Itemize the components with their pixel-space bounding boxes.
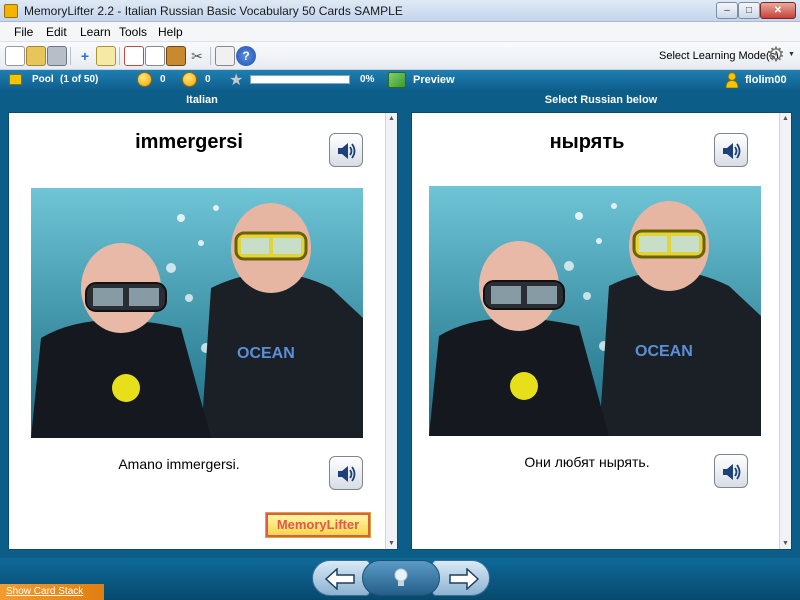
toolbar-separator — [210, 47, 211, 65]
menu-edit[interactable]: Edit — [46, 25, 67, 39]
user-icon — [725, 72, 739, 88]
happy-face-icon — [137, 72, 152, 87]
svg-text:OCEAN: OCEAN — [635, 343, 693, 360]
answer-card: нырять OCEAN Они любят нырять. ▲ ▼ — [411, 112, 792, 550]
memorylifter-logo: MemoryLifter — [266, 513, 370, 537]
scroll-up-icon[interactable]: ▲ — [782, 115, 789, 122]
chevron-down-icon[interactable]: ▼ — [788, 51, 795, 58]
svg-text:OCEAN: OCEAN — [237, 345, 295, 362]
speaker-icon — [338, 143, 356, 159]
print-icon[interactable] — [47, 46, 67, 66]
correct-score: 0 — [160, 74, 166, 85]
toolbar-separator — [70, 47, 71, 65]
scroll-down-icon[interactable]: ▼ — [782, 540, 789, 547]
username: flolim00 — [745, 74, 787, 86]
sad-face-icon — [182, 72, 197, 87]
question-header: Italian — [186, 94, 218, 106]
statistics-icon[interactable] — [166, 46, 186, 66]
pool-count: (1 of 50) — [60, 74, 99, 85]
menu-help[interactable]: Help — [158, 25, 183, 39]
lightbulb-icon — [394, 568, 408, 586]
preview-label[interactable]: Preview — [413, 74, 455, 86]
show-card-stack-tab[interactable]: Show Card Stack — [0, 584, 104, 600]
hint-button[interactable] — [362, 560, 440, 596]
question-audio-button[interactable] — [329, 133, 363, 167]
lock-icon[interactable] — [215, 46, 235, 66]
progress-bar — [250, 75, 350, 84]
question-image: OCEAN — [31, 188, 363, 438]
star-icon: ★ — [229, 72, 244, 89]
question-word: immergersi — [135, 131, 243, 153]
menu-file[interactable]: File — [14, 25, 33, 39]
app-icon — [4, 4, 18, 18]
toolbar-separator — [119, 47, 120, 65]
progress-percent: 0% — [360, 74, 375, 85]
tools-icon[interactable]: ✂ — [187, 46, 207, 66]
question-scrollbar[interactable]: ▲ ▼ — [385, 113, 397, 549]
open-folder-icon[interactable] — [26, 46, 46, 66]
answer-scrollbar[interactable]: ▲ ▼ — [779, 113, 791, 549]
add-card-icon[interactable]: + — [75, 46, 95, 66]
speaker-icon — [338, 466, 356, 482]
print-cards-icon[interactable] — [145, 46, 165, 66]
wrong-score: 0 — [205, 74, 211, 85]
gear-icon[interactable]: ⚙ — [767, 45, 785, 65]
window-title: MemoryLifter 2.2 - Italian Russian Basic… — [24, 4, 403, 18]
slideshow-icon[interactable] — [124, 46, 144, 66]
pool-icon — [9, 74, 22, 85]
learning-mode-label[interactable]: Select Learning Mode(s) — [659, 50, 779, 62]
preview-icon[interactable] — [388, 72, 406, 88]
title-bar: MemoryLifter 2.2 - Italian Russian Basic… — [0, 0, 800, 22]
edit-card-icon[interactable] — [96, 46, 116, 66]
status-bar: Pool (1 of 50) 0 0 ★ 0% Preview flolim00 — [0, 70, 800, 90]
arrow-right-icon — [449, 568, 479, 590]
maximize-button[interactable]: □ — [738, 2, 760, 19]
minimize-button[interactable]: – — [716, 2, 738, 19]
close-button[interactable]: ✕ — [760, 2, 796, 19]
toolbar: + ✂ ? Select Learning Mode(s) ⚙ ▼ — [0, 42, 800, 70]
scroll-down-icon[interactable]: ▼ — [388, 540, 395, 547]
menu-learn[interactable]: Learn — [80, 25, 111, 39]
show-card-stack-link[interactable]: Show Card Stack — [6, 586, 83, 597]
question-sentence-audio-button[interactable] — [329, 456, 363, 490]
arrow-left-icon — [325, 568, 355, 590]
next-card-button[interactable] — [432, 560, 490, 596]
new-file-icon[interactable] — [5, 46, 25, 66]
speaker-icon — [723, 143, 741, 159]
scroll-up-icon[interactable]: ▲ — [388, 115, 395, 122]
answer-sentence-audio-button[interactable] — [714, 454, 748, 488]
menu-tools[interactable]: Tools — [119, 25, 147, 39]
speaker-icon — [723, 464, 741, 480]
question-card: immergersi OCEAN Amano immergersi. Memor… — [8, 112, 398, 550]
answer-image: OCEAN — [429, 186, 761, 436]
answer-sentence: Они любят нырять. — [524, 454, 650, 470]
pool-label: Pool — [32, 74, 54, 85]
answer-word: нырять — [549, 131, 625, 153]
answer-header: Select Russian below — [544, 94, 658, 106]
question-sentence: Amano immergersi. — [118, 456, 240, 472]
help-icon[interactable]: ? — [236, 46, 256, 66]
answer-audio-button[interactable] — [714, 133, 748, 167]
navigation-bar: Show Card Stack — [0, 558, 800, 600]
menu-bar: File Edit Learn Tools Help — [0, 22, 800, 42]
main-area: Italian Select Russian below immergersi — [0, 90, 800, 558]
